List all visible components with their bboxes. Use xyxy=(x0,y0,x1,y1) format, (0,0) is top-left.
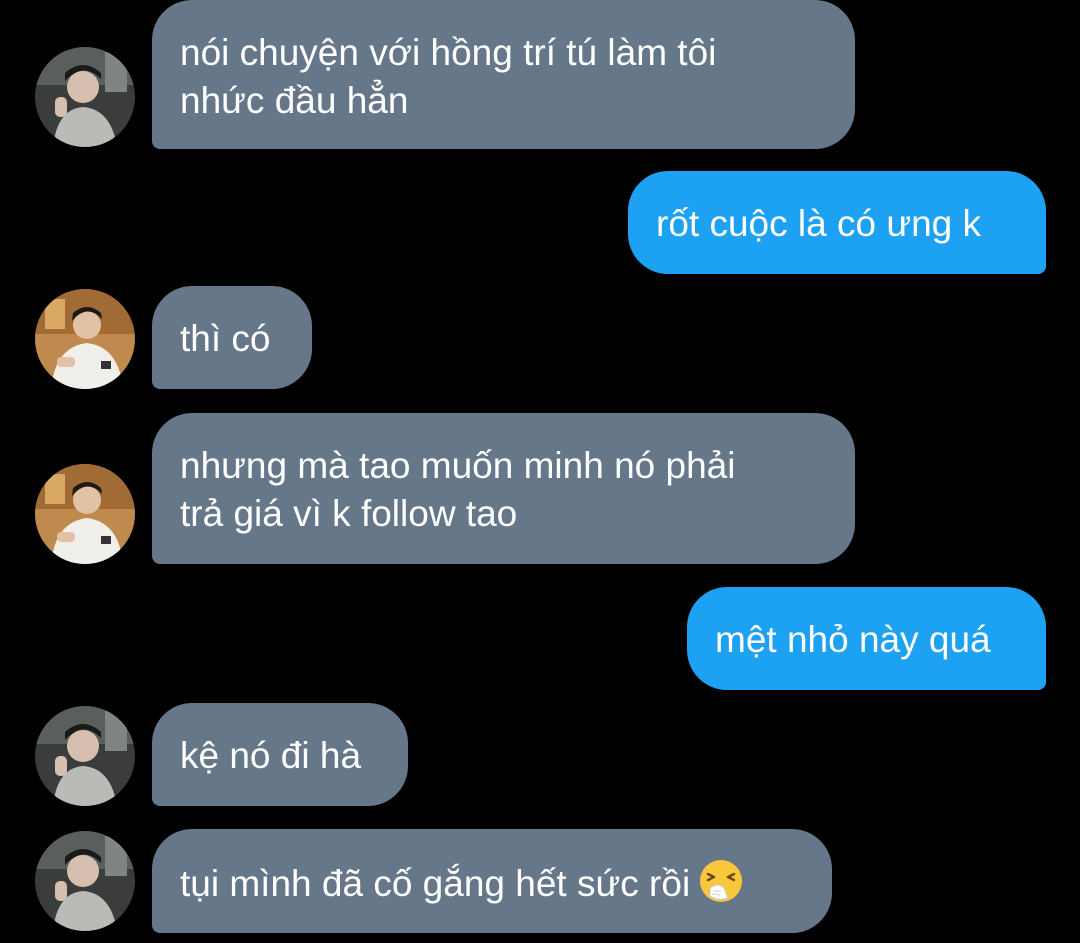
avatar-grey-sweater[interactable] xyxy=(35,47,135,147)
message-bubble-outgoing[interactable]: rốt cuộc là có ưng k xyxy=(628,171,1046,274)
person-photo-icon xyxy=(35,289,135,389)
message-text: rốt cuộc là có ưng k xyxy=(656,203,982,244)
message-text: thì có xyxy=(180,318,271,359)
sneezing-face-icon xyxy=(698,858,744,904)
avatar-grey-sweater[interactable] xyxy=(35,831,135,931)
person-photo-icon xyxy=(35,706,135,806)
message-bubble-incoming[interactable]: tụi mình đã cố gắng hết sức rồi xyxy=(152,829,832,933)
message-bubble-incoming[interactable]: nói chuyện với hồng trí tú làm tôi nhức … xyxy=(152,0,855,149)
message-bubble-incoming[interactable]: nhưng mà tao muốn minh nó phải trả giá v… xyxy=(152,413,855,564)
message-text: nhức đầu hẳn xyxy=(180,80,409,121)
message-text: nói chuyện với hồng trí tú làm tôi xyxy=(180,32,717,73)
message-bubble-incoming[interactable]: kệ nó đi hà xyxy=(152,703,408,806)
avatar-grey-sweater[interactable] xyxy=(35,706,135,806)
person-photo-icon xyxy=(35,831,135,931)
chat-thread: nói chuyện với hồng trí tú làm tôi nhức … xyxy=(0,0,1080,943)
message-text-with-emoji: tụi mình đã cố gắng hết sức rồi xyxy=(180,858,804,908)
message-bubble-incoming[interactable]: thì có xyxy=(152,286,312,389)
message-text: tụi mình đã cố gắng hết sức rồi xyxy=(180,863,691,904)
avatar-white-hoodie[interactable] xyxy=(35,289,135,389)
message-text: trả giá vì k follow tao xyxy=(180,493,518,534)
message-bubble-outgoing[interactable]: mệt nhỏ này quá xyxy=(687,587,1046,690)
person-photo-icon xyxy=(35,47,135,147)
message-text: kệ nó đi hà xyxy=(180,735,362,776)
person-photo-icon xyxy=(35,464,135,564)
message-text: mệt nhỏ này quá xyxy=(715,619,991,660)
message-text: nhưng mà tao muốn minh nó phải xyxy=(180,445,736,486)
avatar-white-hoodie[interactable] xyxy=(35,464,135,564)
